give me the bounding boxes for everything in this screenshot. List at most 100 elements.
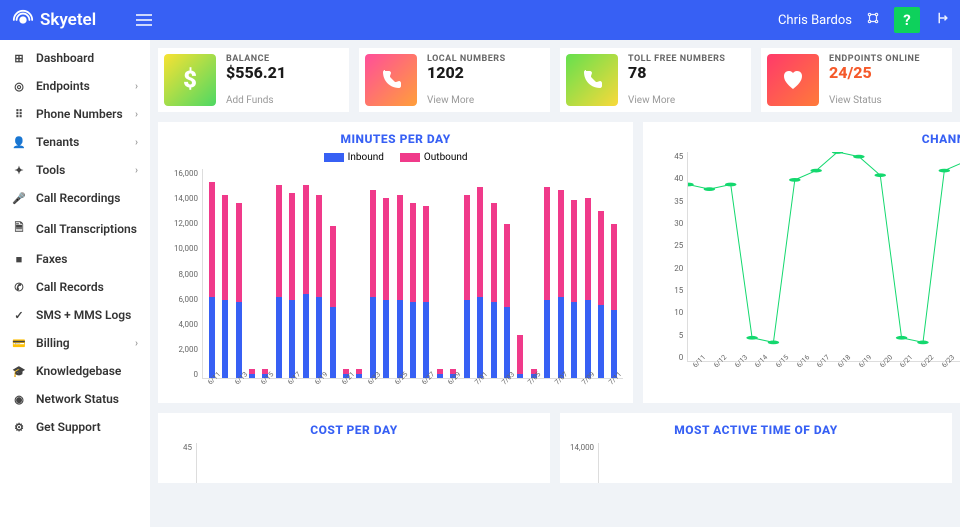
card-value: 78	[628, 63, 725, 82]
y-tick: 4,000	[168, 320, 198, 329]
stat-card-endpoints-online: ENDPOINTS ONLINE 24/25 View Status	[761, 48, 952, 112]
y-tick: 20	[653, 264, 683, 273]
sidebar-item-dashboard[interactable]: ⊞Dashboard	[0, 44, 150, 72]
y-tick: 8,000	[168, 270, 198, 279]
sidebar-item-label: Endpoints	[36, 79, 90, 93]
card-action-link[interactable]: Add Funds	[226, 95, 286, 106]
stat-card-balance: $ BALANCE $556.21 Add Funds	[158, 48, 349, 112]
y-tick: 5	[653, 331, 683, 340]
card-action-link[interactable]: View More	[427, 95, 506, 106]
y-tick: 6,000	[168, 295, 198, 304]
stat-card-local-numbers: LOCAL NUMBERS 1202 View More	[359, 48, 550, 112]
bar-group	[500, 169, 513, 378]
sidebar-item-phone-numbers[interactable]: ⠿Phone Numbers›	[0, 100, 150, 128]
bar-group	[232, 169, 245, 378]
sidebar-item-tools[interactable]: ✦Tools›	[0, 156, 150, 184]
y-tick: 15	[653, 286, 683, 295]
topbar: Skyetel Chris Bardos ?	[0, 0, 960, 40]
chevron-right-icon: ›	[135, 109, 138, 120]
chart-title: COST PER DAY	[168, 423, 540, 437]
network-status-icon: ◉	[12, 393, 26, 406]
y-tick: 45	[653, 152, 683, 161]
phone-icon	[566, 54, 618, 106]
sidebar-item-call-recordings[interactable]: 🎤Call Recordings	[0, 184, 150, 212]
y-tick: 45	[168, 443, 192, 452]
bar-group	[541, 169, 554, 378]
endpoints-icon: ◎	[12, 80, 26, 93]
card-value: 24/25	[829, 63, 920, 82]
sidebar-item-billing[interactable]: 💳Billing›	[0, 329, 150, 357]
y-tick: 12,000	[168, 219, 198, 228]
legend-item: Outbound	[400, 152, 468, 163]
bar-group	[326, 169, 339, 378]
sidebar-item-endpoints[interactable]: ◎Endpoints›	[0, 72, 150, 100]
sidebar-item-sms-mms-logs[interactable]: ✓SMS + MMS Logs	[0, 301, 150, 329]
chevron-right-icon: ›	[135, 137, 138, 148]
sidebar-item-label: Tools	[36, 163, 65, 177]
chart-title: MINUTES PER DAY	[168, 132, 623, 146]
brand-name: Skyetel	[40, 10, 96, 30]
sidebar: ⊞Dashboard◎Endpoints›⠿Phone Numbers›👤Ten…	[0, 40, 150, 527]
chevron-right-icon: ›	[135, 338, 138, 349]
tenants-icon: 👤	[12, 136, 26, 149]
y-tick: 30	[653, 219, 683, 228]
bar-group	[218, 169, 231, 378]
share-icon[interactable]	[866, 11, 880, 29]
bar-group	[379, 169, 392, 378]
skyetel-logo-icon	[12, 9, 34, 31]
bar-group	[433, 169, 446, 378]
sidebar-item-faxes[interactable]: ■Faxes	[0, 245, 150, 273]
brand-logo[interactable]: Skyetel	[12, 9, 96, 31]
y-tick: 0	[168, 370, 198, 379]
phone-icon	[365, 54, 417, 106]
y-tick: 14,000	[570, 443, 594, 452]
bar-group	[567, 169, 580, 378]
bar-group	[393, 169, 406, 378]
bar-group	[581, 169, 594, 378]
logout-icon[interactable]	[934, 11, 948, 29]
help-button[interactable]: ?	[894, 7, 920, 33]
chart-title: CHANNEL UTILIZATION	[653, 132, 960, 146]
sidebar-item-call-records[interactable]: ✆Call Records	[0, 273, 150, 301]
bar-group	[299, 169, 312, 378]
bar-group	[447, 169, 460, 378]
y-tick: 40	[653, 174, 683, 183]
sidebar-item-label: Call Transcriptions	[36, 222, 137, 236]
knowledgebase-icon: 🎓	[12, 365, 26, 378]
bar-group	[527, 169, 540, 378]
chart-channel-utilization: CHANNEL UTILIZATION 454035302520151050 6…	[643, 122, 960, 403]
bar-group	[514, 169, 527, 378]
main-content: $ BALANCE $556.21 Add Funds LOCAL NUMBER…	[150, 40, 960, 527]
bar-group	[554, 169, 567, 378]
stat-card-toll-free-numbers: TOLL FREE NUMBERS 78 View More	[560, 48, 751, 112]
sidebar-item-label: Get Support	[36, 420, 101, 434]
bar-group	[339, 169, 352, 378]
y-tick: 0	[653, 353, 683, 362]
user-name[interactable]: Chris Bardos	[778, 13, 852, 28]
menu-toggle-icon[interactable]	[136, 14, 152, 26]
y-tick: 14,000	[168, 194, 198, 203]
dollar-icon: $	[164, 54, 216, 106]
bar-group	[406, 169, 419, 378]
sidebar-item-label: Network Status	[36, 392, 119, 406]
sidebar-item-network-status[interactable]: ◉ Network Status	[0, 385, 150, 413]
bar-group	[487, 169, 500, 378]
sidebar-item-label: Knowledgebase	[36, 364, 121, 378]
sidebar-item-label: Call Recordings	[36, 191, 120, 205]
chart-most-active-time: MOST ACTIVE TIME OF DAY 14,000	[560, 413, 952, 483]
bar-group	[272, 169, 285, 378]
y-tick: 10	[653, 308, 683, 317]
sidebar-item-label: Dashboard	[36, 51, 94, 65]
sidebar-item-label: Tenants	[36, 135, 79, 149]
card-action-link[interactable]: View More	[628, 95, 725, 106]
sidebar-item-get-support[interactable]: ⚙Get Support	[0, 413, 150, 441]
card-action-link[interactable]: View Status	[829, 95, 920, 106]
bar-group	[473, 169, 486, 378]
chart-cost-per-day: COST PER DAY 45	[158, 413, 550, 483]
sidebar-item-call-transcriptions[interactable]: 🗎 Call Transcriptions	[0, 212, 150, 245]
sidebar-item-knowledgebase[interactable]: 🎓 Knowledgebase	[0, 357, 150, 385]
call-transcriptions-icon: 🗎	[12, 219, 26, 238]
billing-icon: 💳	[12, 337, 26, 350]
sidebar-item-tenants[interactable]: 👤 Tenants ›	[0, 128, 150, 156]
chart-minutes-per-day: MINUTES PER DAY InboundOutbound 16,00014…	[158, 122, 633, 403]
